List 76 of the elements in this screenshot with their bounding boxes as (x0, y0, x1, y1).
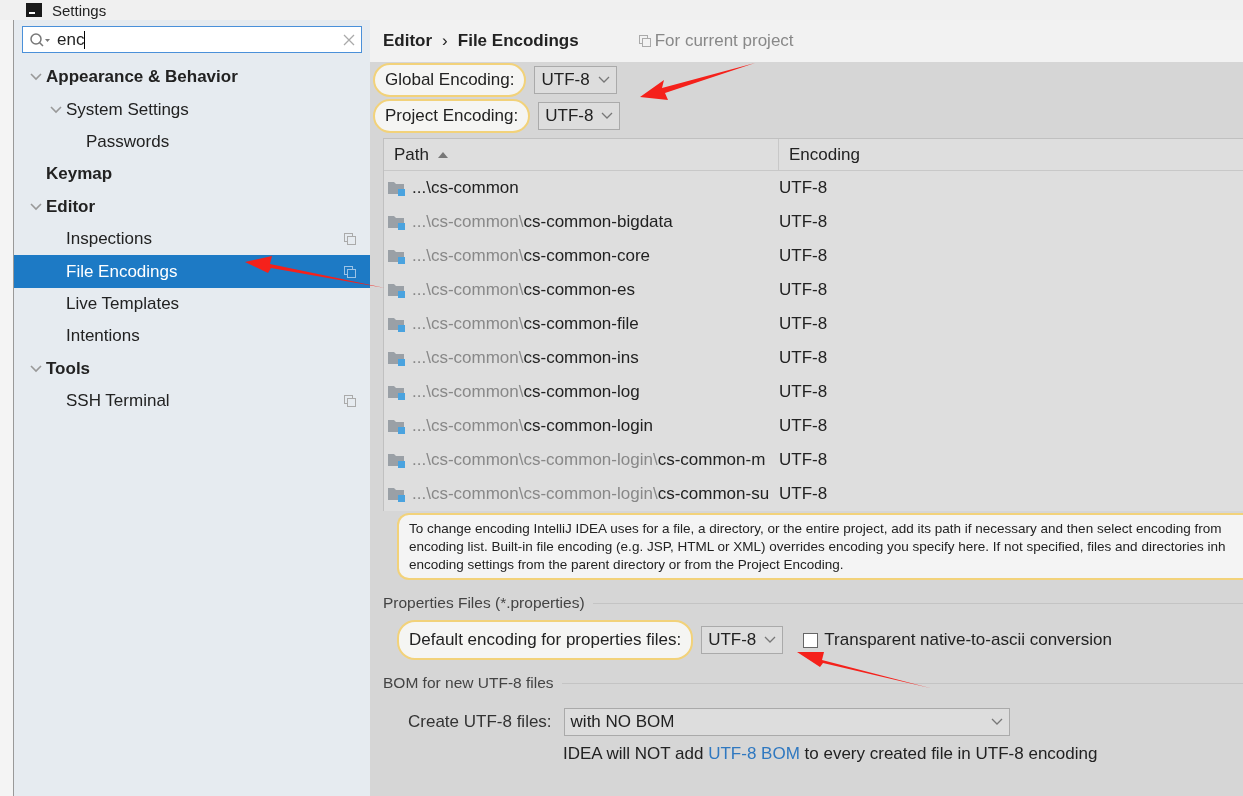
app-logo-icon (24, 3, 44, 17)
chevron-down-icon (601, 112, 614, 120)
encoding-cell: UTF-8 (779, 450, 828, 470)
hint-text: encoding settings from the parent directory or from the Project Encoding. (409, 557, 845, 572)
chevron-down-icon (597, 76, 610, 84)
module-folder-icon (388, 282, 406, 298)
section-title: Properties Files (*.properties) (383, 594, 585, 612)
encoding-cell: UTF-8 (779, 212, 828, 232)
path-cell: ...\cs-common\cs-common-ins (412, 348, 639, 368)
tree-item[interactable]: Live Templates (14, 287, 370, 321)
encoding-cell: UTF-8 (779, 246, 828, 266)
hint-text: To change encoding IntelliJ IDEA uses for a file, a directory, or the entire project, add its path if necessary and then select encoding from (409, 521, 1223, 536)
encoding-cell: UTF-8 (779, 348, 828, 368)
encoding-dropdown[interactable]: UTF-8 (538, 102, 621, 130)
encoding-dropdown[interactable]: UTF-8 (534, 66, 617, 94)
window-title: Settings (52, 1, 107, 19)
copy-icon (344, 233, 356, 246)
tree-item[interactable]: File Encodings (14, 255, 370, 288)
tree-item[interactable]: Inspections (14, 222, 370, 256)
chevron-down-icon (990, 718, 1003, 726)
copy-icon (638, 35, 651, 47)
field-label: Default encoding for properties files: (397, 620, 694, 660)
column-header[interactable]: Encoding (779, 139, 1243, 170)
breadcrumb-item: Editor (383, 31, 433, 51)
path-cell: ...\cs-common\cs-common-file (412, 314, 639, 334)
encoding-cell: UTF-8 (779, 484, 828, 504)
field-label: Create UTF-8 files: (408, 712, 552, 732)
bom-dropdown[interactable]: with NO BOM (563, 708, 1010, 736)
breadcrumb-item: File Encodings (457, 31, 579, 51)
path-cell: ...\cs-common\cs-common-es (412, 280, 635, 300)
tree-item[interactable]: Passwords (14, 125, 370, 159)
encoding-cell: UTF-8 (779, 382, 828, 402)
scope-note: For current project (654, 31, 794, 51)
search-field[interactable]: enc (22, 26, 362, 53)
chevron-down-icon (764, 636, 777, 644)
copy-icon (344, 265, 356, 278)
path-cell: ...\cs-common\cs-common-core (412, 246, 651, 266)
module-folder-icon (388, 486, 406, 502)
tree-item[interactable]: Keymap (14, 158, 370, 191)
path-cell: ...\cs-common\cs-common-bigdata (412, 212, 673, 232)
module-folder-icon (388, 316, 406, 332)
encoding-cell: UTF-8 (779, 178, 828, 198)
path-cell: ...\cs-common\cs-common-login (412, 416, 653, 436)
module-folder-icon (388, 418, 406, 434)
module-folder-icon (388, 384, 406, 400)
tree-item[interactable]: Editor (14, 190, 370, 223)
field-label: Global Encoding: (373, 63, 527, 97)
copy-icon (344, 395, 356, 408)
bom-note: IDEA will NOT add UTF-8 BOM to every created file in UTF-8 encoding (563, 744, 1099, 764)
module-folder-icon (388, 180, 406, 196)
encoding-dropdown[interactable]: UTF-8 (701, 626, 784, 654)
search-icon (29, 31, 51, 48)
tree-item[interactable]: SSH Terminal (14, 384, 370, 418)
clear-icon[interactable] (343, 33, 355, 46)
module-folder-icon (388, 350, 406, 366)
path-cell: ...\cs-common\cs-common-login\cs-common-m (412, 450, 766, 470)
module-folder-icon (388, 214, 406, 230)
encoding-cell: UTF-8 (779, 280, 828, 300)
module-folder-icon (388, 452, 406, 468)
checkbox[interactable] (803, 632, 819, 648)
hint-text: encoding list. Built-in file encoding (e.g. JSP, HTML or XML) overrides encoding you specify here. If not specified, files and directories inh (409, 539, 1227, 554)
breadcrumb-separator: › (442, 31, 448, 51)
encoding-cell: UTF-8 (779, 314, 828, 334)
path-cell: ...\cs-common\cs-common-log (412, 382, 640, 402)
tree-item[interactable]: Intentions (14, 320, 370, 353)
field-label: Project Encoding: (373, 99, 531, 133)
encoding-cell: UTF-8 (779, 416, 828, 436)
section-title: BOM for new UTF-8 files (383, 674, 554, 692)
path-cell: ...\cs-common (412, 178, 519, 198)
checkbox-label: Transparent native-to-ascii conversion (824, 630, 1112, 650)
module-folder-icon (388, 248, 406, 264)
path-cell: ...\cs-common\cs-common-login\cs-common-su (412, 484, 770, 504)
tree-item[interactable]: Appearance & Behavior (14, 61, 370, 94)
column-header[interactable]: Path (384, 139, 779, 170)
tree-item[interactable]: System Settings (14, 93, 370, 126)
tree-item[interactable]: Tools (14, 352, 370, 385)
